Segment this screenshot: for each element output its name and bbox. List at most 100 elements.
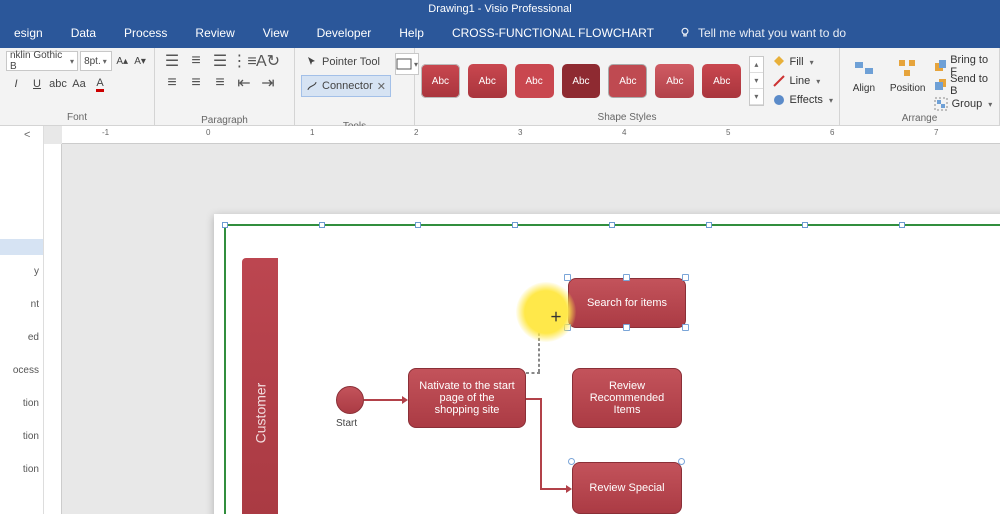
resize-handle[interactable] [623,324,630,331]
swimlane-customer[interactable]: Customer [242,258,278,514]
connector-line[interactable] [540,398,542,490]
menu-bar: esign Data Process Review View Developer… [0,18,1000,48]
font-color-button[interactable]: A [90,73,110,95]
shape-style-2[interactable]: Abc [468,64,507,98]
panel-item[interactable]: tion [4,431,39,442]
position-icon [897,58,919,80]
pointer-tool-button[interactable]: Pointer Tool [301,51,391,73]
resize-handle[interactable] [564,274,571,281]
align-right-button[interactable]: ☰ [209,51,231,71]
shape-style-5[interactable]: Abc [608,64,647,98]
font-group-label: Font [6,112,148,125]
align-bottom-button[interactable]: ≡ [209,73,231,93]
swimlane-container[interactable]: Customer Start Nativate to the start pag… [224,224,1000,514]
align-top-button[interactable]: ≡ [161,73,183,93]
selection-handles[interactable] [222,222,1000,230]
effects-dropdown[interactable]: Effects▾ [772,91,833,109]
tell-me-search[interactable]: Tell me what you want to do [678,26,846,40]
shape-style-7[interactable]: Abc [702,64,741,98]
title-bar: Drawing1 - Visio Professional [0,0,1000,18]
connector-tool-button[interactable]: Connector ✕ [301,75,391,97]
panel-item[interactable]: ocess [4,365,39,376]
panel-item[interactable]: nt [4,299,39,310]
navigate-shape[interactable]: Nativate to the start page of the shoppi… [408,368,526,428]
shape-style-6[interactable]: Abc [655,64,694,98]
vertical-ruler [44,144,62,514]
close-icon[interactable]: ✕ [377,80,386,93]
group-shape-styles: Abc Abc Abc Abc Abc Abc Abc ▴▾▾ Fill▾ Li… [415,48,840,125]
tab-design[interactable]: esign [0,18,57,48]
rotate-text-button[interactable]: A↻ [257,51,279,71]
group-icon [934,97,948,111]
connector-line[interactable] [540,488,566,490]
line-dropdown[interactable]: Line▾ [772,72,833,90]
collapse-icon[interactable]: < [24,129,30,141]
ruler-tick: 6 [830,128,834,137]
italic-button[interactable]: I [6,73,26,95]
connection-point[interactable] [568,458,575,465]
tab-data[interactable]: Data [57,18,110,48]
align-middle-button[interactable]: ≡ [185,73,207,93]
tab-process[interactable]: Process [110,18,181,48]
position-button[interactable]: Position [890,57,926,94]
panel-item[interactable]: tion [4,464,39,475]
shape-style-1[interactable]: Abc [421,64,460,98]
resize-handle[interactable] [623,274,630,281]
tab-review[interactable]: Review [181,18,248,48]
align-center-button[interactable]: ≡ [185,51,207,71]
align-left-button[interactable]: ☰ [161,51,183,71]
tab-developer[interactable]: Developer [303,18,386,48]
resize-handle[interactable] [564,324,571,331]
review-recommended-shape[interactable]: Review Recommended Items [572,368,682,428]
tab-view[interactable]: View [249,18,303,48]
start-shape[interactable] [336,386,364,414]
shapes-panel[interactable]: < y nt ed ocess tion tion tion [0,126,44,514]
bullets-button[interactable]: ⋮≡ [233,51,255,71]
group-font: nklin Gothic B▾ 8pt.▾ A▴ A▾ I U abc Aa A… [0,48,155,125]
bring-front-icon [934,59,947,73]
connector-dashed[interactable] [526,372,540,374]
panel-items: y nt ed ocess tion tion tion [4,266,39,475]
ruler-tick: 1 [310,128,314,137]
connector-dashed[interactable] [538,312,540,372]
panel-item[interactable]: tion [4,398,39,409]
font-name-combo[interactable]: nklin Gothic B▾ [6,51,78,71]
increase-indent-button[interactable]: ⇥ [257,73,279,93]
panel-selection [0,239,43,255]
resize-handle[interactable] [682,324,689,331]
decrease-indent-button[interactable]: ⇤ [233,73,255,93]
review-special-shape[interactable]: Review Special [572,462,682,514]
grow-font-button[interactable]: A▴ [114,51,130,71]
start-label: Start [336,418,357,429]
panel-item[interactable]: y [4,266,39,277]
tab-cross-functional[interactable]: CROSS-FUNCTIONAL FLOWCHART [438,18,668,48]
shrink-font-button[interactable]: A▾ [132,51,148,71]
font-size-combo[interactable]: 8pt.▾ [80,51,112,71]
arrange-group-label: Arrange [846,113,993,126]
group-paragraph: ☰ ≡ ☰ ⋮≡ A↻ ≡ ≡ ≡ ⇤ ⇥ Paragraph [155,48,295,125]
lightbulb-icon [678,26,692,40]
send-back-icon [934,78,946,92]
send-to-back-button[interactable]: Send to B [934,76,993,94]
fill-dropdown[interactable]: Fill▾ [772,53,833,71]
drawing-page[interactable]: Customer Start Nativate to the start pag… [214,214,1000,514]
align-button[interactable]: Align [846,57,882,94]
underline-button[interactable]: U [27,73,47,95]
window-title: Drawing1 - Visio Professional [428,3,571,15]
shape-style-4[interactable]: Abc [562,64,601,98]
shape-styles-more[interactable]: ▴▾▾ [749,56,763,106]
resize-handle[interactable] [682,274,689,281]
shape-style-3[interactable]: Abc [515,64,554,98]
canvas[interactable]: -101234567 Customer Start Nati [44,126,1000,514]
ruler-tick: -1 [102,128,109,137]
connection-point[interactable] [678,458,685,465]
ruler-tick: 4 [622,128,626,137]
connector-line[interactable] [364,399,402,401]
strikethrough-button[interactable]: abc [48,73,68,95]
search-shape[interactable]: Search for items [568,278,686,328]
change-case-button[interactable]: Aa [69,73,89,95]
group-button[interactable]: Group▾ [934,95,993,113]
ruler-tick: 5 [726,128,730,137]
panel-item[interactable]: ed [4,332,39,343]
tab-help[interactable]: Help [385,18,438,48]
